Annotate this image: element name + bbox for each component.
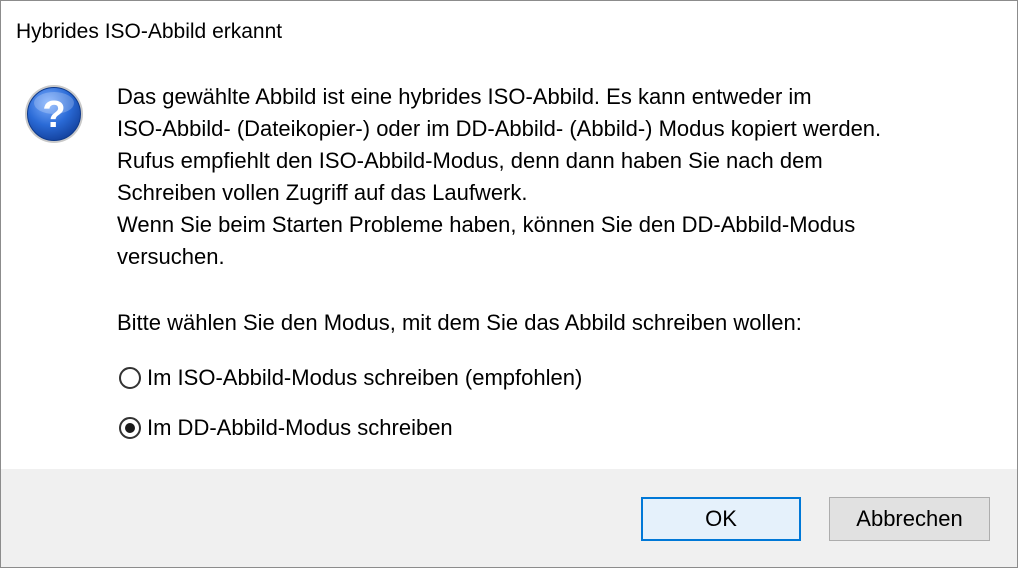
iso-mode-option[interactable]: Im ISO-Abbild-Modus schreiben (empfohlen…	[117, 362, 582, 394]
message-line: ISO-Abbild- (Dateikopier-) oder im DD-Ab…	[117, 116, 882, 141]
mode-prompt: Bitte wählen Sie den Modus, mit dem Sie …	[117, 310, 802, 335]
dd-mode-radio[interactable]	[119, 417, 141, 439]
message-line: Rufus empfiehlt den ISO-Abbild-Modus, de…	[117, 148, 823, 173]
svg-text:?: ?	[42, 94, 65, 136]
dd-mode-label[interactable]: Im DD-Abbild-Modus schreiben	[147, 412, 453, 444]
dialog-message: Das gewählte Abbild ist eine hybrides IS…	[117, 81, 997, 273]
iso-mode-label[interactable]: Im ISO-Abbild-Modus schreiben (empfohlen…	[147, 362, 582, 394]
cancel-button[interactable]: Abbrechen	[829, 497, 990, 541]
dd-mode-option[interactable]: Im DD-Abbild-Modus schreiben	[117, 412, 453, 444]
iso-mode-radio[interactable]	[119, 367, 141, 389]
dialog-title: Hybrides ISO-Abbild erkannt	[16, 20, 283, 43]
message-line: Wenn Sie beim Starten Probleme haben, kö…	[117, 212, 856, 237]
hybrid-iso-dialog: Hybrides ISO-Abbild erkannt ? Das gewähl…	[0, 0, 1018, 568]
ok-button[interactable]: OK	[641, 497, 801, 541]
message-line: Das gewählte Abbild ist eine hybrides IS…	[117, 84, 812, 109]
message-line: versuchen.	[117, 244, 225, 269]
question-icon: ?	[23, 83, 85, 145]
message-line: Schreiben vollen Zugriff auf das Laufwer…	[117, 180, 528, 205]
